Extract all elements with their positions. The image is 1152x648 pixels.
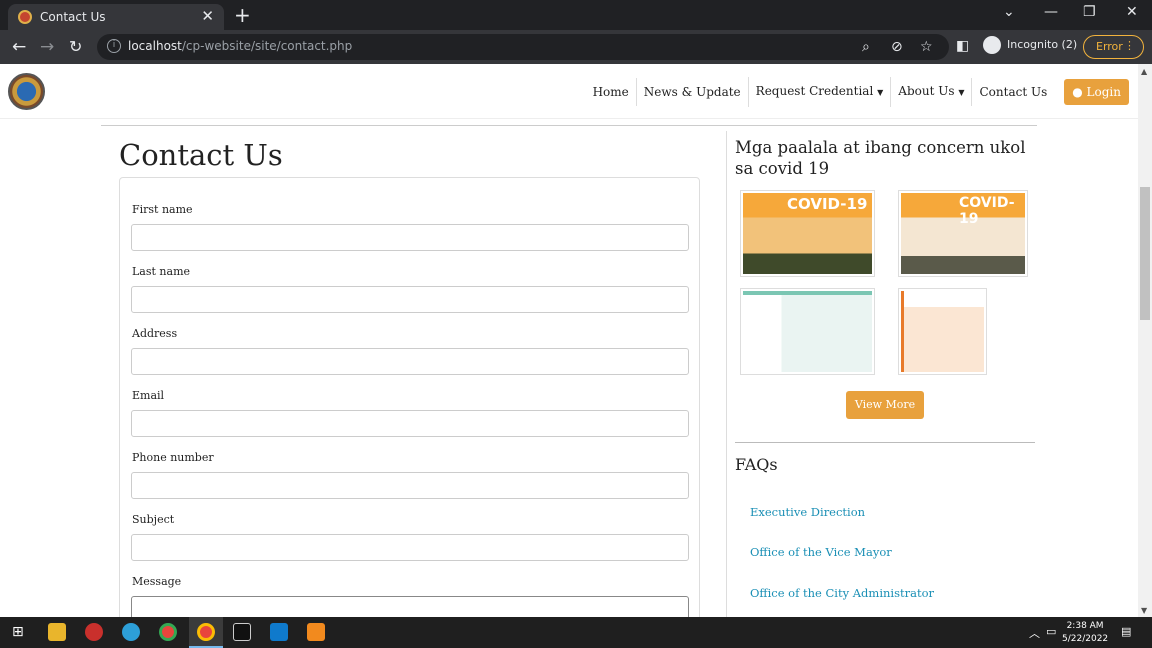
clock-date: 5/22/2022	[1062, 634, 1109, 644]
nav-request-label: Request Credential	[755, 83, 874, 98]
nav-home[interactable]: Home	[586, 78, 636, 106]
nav-request-credential-dropdown[interactable]: Request Credential ▼	[747, 76, 891, 107]
view-more-button[interactable]: View More	[846, 391, 924, 419]
zoom-search-icon[interactable]: ⌕	[862, 39, 870, 55]
covid-advisory-thumbnail-4[interactable]	[898, 288, 987, 375]
page-content: Contact Us First name Last name Address …	[0, 119, 1138, 617]
nav-about-label: About Us	[898, 83, 955, 98]
restore-icon[interactable]: ❐	[1083, 4, 1096, 20]
chrome-incognito-icon[interactable]	[197, 623, 215, 641]
nav-news-update[interactable]: News & Update	[635, 77, 748, 106]
xampp-icon[interactable]	[307, 623, 325, 641]
side-panel-icon[interactable]: ◧	[956, 38, 969, 54]
tracking-blocked-icon[interactable]: ⊘	[891, 39, 903, 55]
faqs-heading: FAQs	[735, 455, 778, 474]
scroll-down-icon[interactable]: ▼	[1141, 606, 1147, 615]
url-text[interactable]: localhost/cp-website/site/contact.php	[128, 39, 352, 53]
incognito-avatar-icon	[983, 36, 1001, 54]
message-label: Message	[132, 575, 182, 588]
nav-news-label: News & Update	[643, 84, 741, 99]
faq-link-executive-direction[interactable]: Executive Direction	[750, 505, 865, 519]
kebab-menu-icon: ⋮	[1124, 39, 1135, 52]
top-divider	[101, 125, 1037, 126]
minimize-icon[interactable]: —	[1044, 4, 1058, 20]
page-title: Contact Us	[119, 138, 283, 172]
address-input[interactable]	[131, 348, 689, 375]
caret-down-icon: ▼	[877, 87, 884, 97]
email-label: Email	[132, 389, 165, 402]
subject-input[interactable]	[131, 534, 689, 561]
nav-home-label: Home	[592, 84, 629, 99]
file-explorer-icon[interactable]	[48, 623, 66, 641]
taskbar-clock[interactable]: 2:38 AM 5/22/2022	[1062, 620, 1108, 646]
phone-label: Phone number	[132, 451, 214, 464]
new-tab-button[interactable]: +	[234, 3, 251, 27]
page-scrollbar[interactable]: ▲ ▼	[1138, 64, 1152, 617]
first-name-label: First name	[132, 203, 193, 216]
back-icon[interactable]: ←	[12, 37, 26, 57]
message-textarea[interactable]	[131, 596, 689, 617]
windows-taskbar: ⊞ ︿ ▭ 2:38 AM 5/22/2022 ▤	[0, 617, 1152, 648]
faq-link-city-administrator[interactable]: Office of the City Administrator	[750, 586, 934, 600]
tray-chevron-up-icon[interactable]: ︿	[1029, 625, 1040, 641]
incognito-indicator[interactable]: Incognito (2)	[983, 36, 1077, 54]
faq-link-vice-mayor[interactable]: Office of the Vice Mayor	[750, 545, 892, 559]
scrollbar-thumb[interactable]	[1140, 187, 1150, 320]
network-icon[interactable]: ▭	[1046, 625, 1056, 638]
site-info-icon[interactable]: i	[107, 39, 121, 53]
error-button[interactable]: Error ⋮	[1083, 35, 1144, 59]
bookmark-star-icon[interactable]: ☆	[920, 39, 933, 55]
site-navbar: Home News & Update Request Credential ▼ …	[0, 64, 1138, 119]
login-button[interactable]: ● Login	[1064, 78, 1129, 105]
faq-divider	[735, 442, 1035, 443]
browser-tab[interactable]: Contact Us ✕	[8, 4, 224, 30]
email-input[interactable]	[131, 410, 689, 437]
covid-advisory-thumbnail-2[interactable]: COVID-19	[898, 190, 1028, 277]
browser-tab-strip: Contact Us ✕ + ⌄ — ❐ ✕	[0, 0, 1152, 30]
nav-links: Home News & Update Request Credential ▼ …	[586, 64, 1138, 119]
caret-down-icon: ▼	[958, 87, 965, 97]
address-label: Address	[132, 327, 178, 340]
clock-time: 2:38 AM	[1066, 621, 1104, 631]
chrome-icon[interactable]	[159, 623, 177, 641]
forward-icon[interactable]: →	[40, 37, 54, 57]
scroll-up-icon[interactable]: ▲	[1141, 67, 1147, 76]
reload-icon[interactable]: ↻	[69, 37, 82, 56]
url-host: localhost	[128, 39, 182, 53]
incognito-label: Incognito (2)	[1007, 38, 1078, 51]
covid-section-title: Mga paalala at ibang concern ukol sa cov…	[735, 138, 1026, 178]
nav-about-us-dropdown[interactable]: About Us ▼	[890, 76, 971, 107]
edge-icon[interactable]	[122, 623, 140, 641]
nav-contact-label: Contact Us	[979, 84, 1048, 99]
covid-advisory-thumbnail-3[interactable]	[740, 288, 875, 375]
window-close-icon[interactable]: ✕	[1126, 4, 1138, 20]
app-icon-red[interactable]	[85, 623, 103, 641]
phone-input[interactable]	[131, 472, 689, 499]
terminal-icon[interactable]	[233, 623, 251, 641]
tab-search-chevron-icon[interactable]: ⌄	[1003, 4, 1015, 20]
covid-advisory-thumbnail-1[interactable]: COVID-19	[740, 190, 875, 277]
tab-close-icon[interactable]: ✕	[201, 7, 214, 25]
notifications-icon[interactable]: ▤	[1121, 625, 1131, 638]
user-circle-icon: ●	[1072, 84, 1083, 99]
thumb-heading: COVID-19	[959, 195, 1015, 227]
column-divider	[726, 131, 727, 617]
first-name-input[interactable]	[131, 224, 689, 251]
city-seal-logo[interactable]	[8, 73, 45, 110]
last-name-label: Last name	[132, 265, 191, 278]
site-favicon-icon	[18, 10, 32, 24]
url-path: /cp-website/site/contact.php	[181, 39, 353, 53]
address-bar[interactable]: i localhost/cp-website/site/contact.php …	[97, 34, 949, 60]
browser-toolbar: ← → ↻ i localhost/cp-website/site/contac…	[0, 30, 1152, 64]
windows-start-icon[interactable]: ⊞	[12, 624, 24, 640]
tab-title: Contact Us	[40, 10, 106, 24]
contact-form: First name Last name Address Email Phone…	[119, 177, 700, 617]
nav-contact-us[interactable]: Contact Us	[971, 77, 1054, 106]
vscode-icon[interactable]	[270, 623, 288, 641]
login-label: Login	[1086, 84, 1121, 99]
last-name-input[interactable]	[131, 286, 689, 313]
thumb-heading: COVID-19	[787, 195, 868, 213]
subject-label: Subject	[132, 513, 175, 526]
error-label: Error	[1096, 40, 1123, 53]
